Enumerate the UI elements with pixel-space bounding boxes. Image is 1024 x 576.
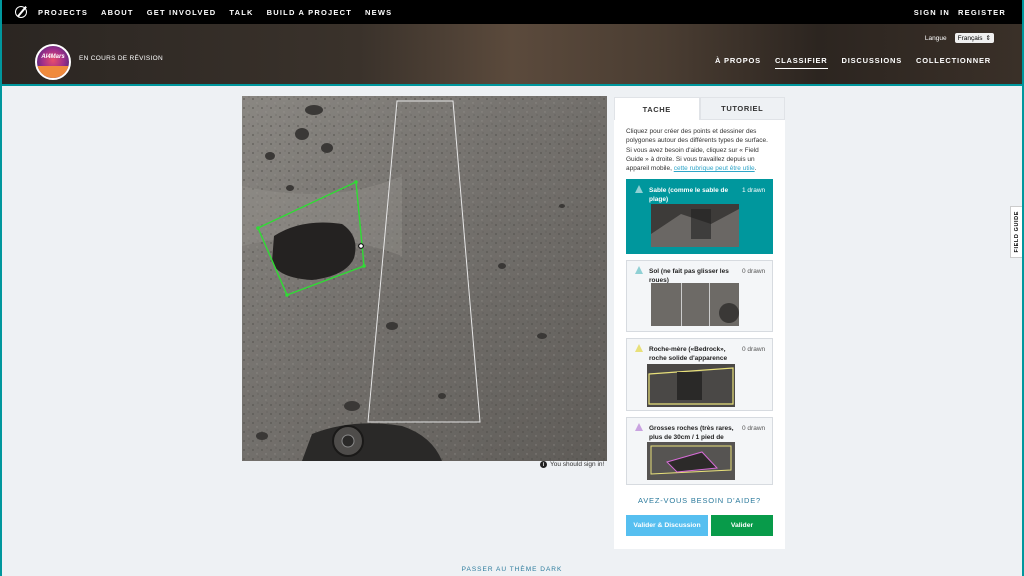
choice-count: 0 drawn — [742, 268, 766, 275]
choice-bedrock[interactable]: Roche-mère («Bedrock», roche solide d'ap… — [626, 338, 773, 411]
triangle-tool-icon — [635, 344, 643, 352]
choice-soil[interactable]: Sol (ne fait pas glisser les roues) 0 dr… — [626, 260, 773, 332]
project-nav-classify[interactable]: CLASSIFIER — [774, 56, 828, 69]
project-nav: À PROPOS CLASSIFIER DISCUSSIONS COLLECTI… — [715, 56, 991, 69]
project-status: EN COURS DE RÉVISION — [79, 55, 164, 62]
choice-example-image — [651, 204, 739, 247]
triangle-tool-icon — [635, 423, 643, 431]
mars-terrain-image[interactable] — [242, 96, 607, 461]
nav-get-involved[interactable]: GET INVOLVED — [147, 8, 217, 17]
choice-count: 0 drawn — [742, 346, 766, 353]
language-select[interactable]: Français ⇕ — [954, 33, 994, 43]
triangle-tool-icon — [635, 185, 643, 193]
nav-about[interactable]: ABOUT — [101, 8, 134, 17]
choice-example-image — [647, 364, 735, 407]
subject-image-viewer[interactable] — [242, 96, 607, 461]
task-tabs: TACHE TUTORIEL — [614, 97, 785, 120]
nav-projects[interactable]: PROJECTS — [38, 8, 88, 17]
task-instructions: Cliquez pour créer des points et dessine… — [614, 120, 785, 173]
project-header: AI4Mars EN COURS DE RÉVISION Langue Fran… — [2, 24, 1022, 86]
choice-example-image — [647, 442, 735, 480]
field-guide-tab[interactable]: FIELD GUIDE — [1010, 206, 1022, 258]
field-guide-label: FIELD GUIDE — [1013, 211, 1020, 253]
dark-theme-toggle[interactable]: PASSER AU THÈME DARK — [2, 566, 1022, 573]
triangle-tool-icon — [635, 266, 643, 274]
register-link[interactable]: REGISTER — [958, 8, 1006, 17]
project-nav-about[interactable]: À PROPOS — [715, 56, 761, 69]
project-avatar[interactable]: AI4Mars — [35, 44, 71, 80]
project-nav-collect[interactable]: COLLECTIONNER — [916, 56, 991, 69]
tab-tutorial[interactable]: TUTORIEL — [699, 97, 785, 120]
instruction-end: . — [754, 165, 757, 173]
language-value: Français — [957, 34, 983, 42]
choice-big-rocks[interactable]: Grosses roches (très rares, plus de 30cm… — [626, 417, 773, 485]
sign-in-notice-text: You should sign in! — [550, 461, 605, 468]
sign-in-notice: i You should sign in! — [540, 461, 604, 468]
project-nav-talk[interactable]: DISCUSSIONS — [842, 56, 902, 69]
sign-in-link[interactable]: SIGN IN — [914, 8, 950, 17]
choice-sand[interactable]: Sable (comme le sable de plage) 1 drawn — [626, 179, 773, 254]
done-button[interactable]: Valider — [711, 515, 773, 536]
done-and-talk-button[interactable]: Valider & Discussion — [626, 515, 708, 536]
need-help-link[interactable]: AVEZ-VOUS BESOIN D'AIDE? — [614, 496, 785, 505]
zooniverse-logo-icon[interactable] — [15, 6, 27, 18]
zooniverse-topbar: PROJECTS ABOUT GET INVOLVED TALK BUILD A… — [2, 0, 1022, 24]
top-nav-links: PROJECTS ABOUT GET INVOLVED TALK BUILD A… — [38, 8, 392, 17]
nav-build-project[interactable]: BUILD A PROJECT — [267, 8, 352, 17]
mobile-help-link[interactable]: cette rubrique peut être utile — [674, 165, 755, 172]
choice-count: 0 drawn — [742, 425, 766, 432]
language-label: Langue — [924, 34, 947, 42]
choice-count: 1 drawn — [742, 187, 766, 194]
tab-task[interactable]: TACHE — [614, 97, 700, 120]
avatar-logo-text: AI4Mars — [41, 54, 65, 60]
language-selector: Langue Français ⇕ — [925, 33, 994, 43]
nav-news[interactable]: NEWS — [365, 8, 392, 17]
choice-example-image — [651, 283, 739, 326]
task-panel: TACHE TUTORIEL Cliquez pour créer des po… — [614, 97, 785, 549]
info-icon: i — [540, 461, 547, 468]
select-arrows-icon: ⇕ — [985, 35, 991, 42]
nav-talk[interactable]: TALK — [229, 8, 253, 17]
choice-label: Sable (comme le sable de plage) — [649, 187, 729, 203]
